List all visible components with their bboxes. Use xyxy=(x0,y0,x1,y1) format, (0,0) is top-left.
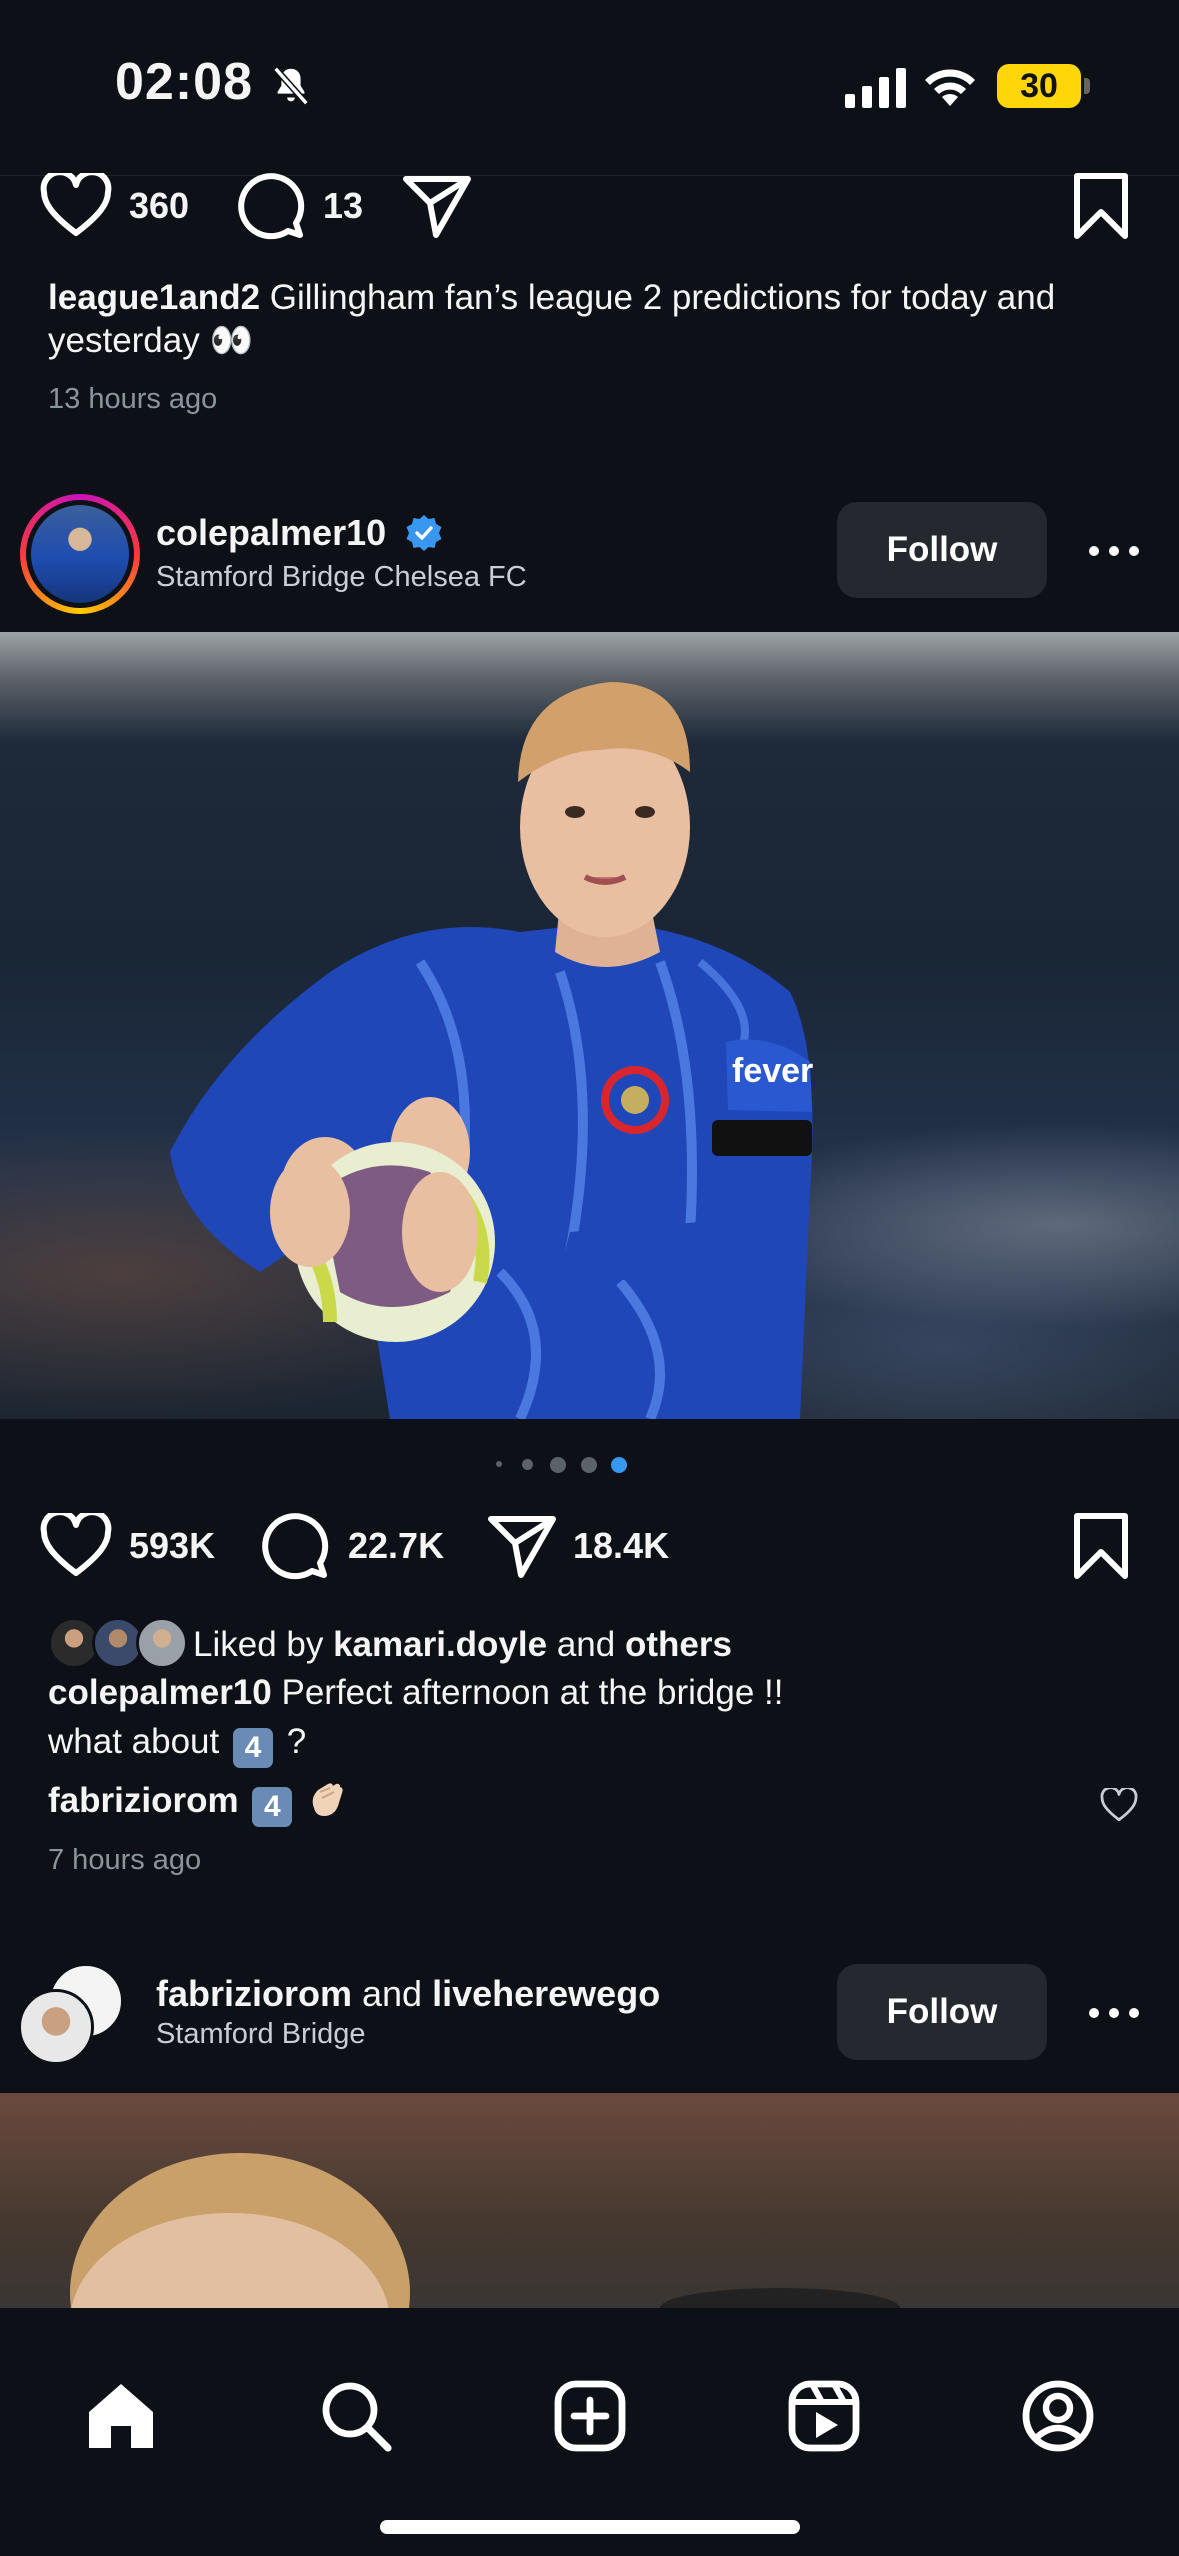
carousel-dot-3 xyxy=(550,1457,566,1473)
avatar-image xyxy=(31,505,129,603)
status-time: 02:08 xyxy=(115,53,253,111)
next-photo-illustration xyxy=(70,2153,900,2308)
search-icon[interactable] xyxy=(318,2378,394,2454)
prev-post-caption: league1and2 Gillingham fan’s league 2 pr… xyxy=(48,276,1128,362)
post-caption: colepalmer10 Perfect afternoon at the br… xyxy=(48,1668,1048,1768)
share-paper-plane-icon[interactable] xyxy=(487,1515,557,1579)
liker-avatar-3 xyxy=(136,1617,188,1669)
like-heart-icon[interactable] xyxy=(40,1513,112,1577)
fabriziorom-avatar xyxy=(18,1989,94,2065)
next-post-photo[interactable] xyxy=(0,2093,1179,2308)
bottom-tab-bar xyxy=(0,2308,1179,2556)
home-indicator[interactable] xyxy=(380,2520,800,2534)
silent-bell-icon xyxy=(273,66,309,106)
svg-text:fever: fever xyxy=(732,1052,813,1090)
home-icon[interactable] xyxy=(83,2378,159,2454)
player-illustration: fever xyxy=(170,682,813,1419)
reels-icon[interactable] xyxy=(786,2378,862,2454)
status-bar: 02:08 30 xyxy=(0,0,1179,175)
collab-usernames[interactable]: fabriziorom and liveherewego xyxy=(156,1973,660,2015)
battery-cap xyxy=(1084,78,1090,94)
post-photo[interactable]: fever xyxy=(0,632,1179,1419)
more-options-icon[interactable] xyxy=(1084,541,1144,561)
post-username[interactable]: colepalmer10 xyxy=(156,512,386,554)
battery-indicator: 30 xyxy=(997,64,1081,108)
liked-by-text: Liked by kamari.doyle and others xyxy=(193,1625,732,1664)
cellular-signal-icon xyxy=(845,68,906,108)
like-heart-icon[interactable] xyxy=(40,173,112,237)
comment-username[interactable]: fabriziorom xyxy=(48,1781,239,1820)
bookmark-icon[interactable] xyxy=(1071,1512,1131,1580)
carousel-dot-2 xyxy=(522,1459,533,1470)
post-actions: 593K 22.7K 18.4K xyxy=(0,1500,1179,1590)
carousel-dot-1 xyxy=(496,1461,502,1467)
next-post-location[interactable]: Stamford Bridge xyxy=(156,2018,366,2051)
caption-username[interactable]: league1and2 xyxy=(48,278,260,317)
more-options-icon[interactable] xyxy=(1084,2003,1144,2023)
bookmark-icon[interactable] xyxy=(1071,172,1131,240)
prev-post-actions: 360 13 xyxy=(0,160,1179,250)
follow-button[interactable]: Follow xyxy=(837,1964,1047,2060)
wifi-icon xyxy=(925,69,975,106)
comment-count[interactable]: 22.7K xyxy=(348,1525,444,1567)
post-time: 7 hours ago xyxy=(48,1844,202,1876)
comment-bubble-icon[interactable] xyxy=(262,1513,330,1581)
top-comment: fabriziorom 4 xyxy=(48,1778,348,1827)
keycap-4-emoji: 4 xyxy=(232,1728,273,1768)
share-count[interactable]: 18.4K xyxy=(573,1525,669,1567)
follow-button[interactable]: Follow xyxy=(837,502,1047,598)
profile-icon[interactable] xyxy=(1020,2378,1096,2454)
share-paper-plane-icon[interactable] xyxy=(402,175,472,239)
carousel-dot-active xyxy=(611,1457,627,1473)
collab-avatars[interactable] xyxy=(18,1963,128,2065)
colepalmer10-avatar[interactable] xyxy=(20,494,140,614)
verified-badge-icon xyxy=(406,515,442,551)
carousel-dot-4 xyxy=(581,1457,597,1473)
like-count: 360 xyxy=(129,185,190,226)
create-post-icon[interactable] xyxy=(552,2378,628,2454)
liked-by-row[interactable]: Liked by kamari.doyle and others xyxy=(48,1617,1048,1673)
keycap-4-emoji: 4 xyxy=(252,1787,293,1827)
caption-line-2: what about xyxy=(48,1722,220,1761)
post-location[interactable]: Stamford Bridge Chelsea FC xyxy=(156,561,527,594)
comment-count: 13 xyxy=(323,185,364,226)
comment-like-heart-icon[interactable] xyxy=(1100,1788,1138,1822)
carousel-indicator xyxy=(0,1454,1179,1474)
clapping-hands-icon xyxy=(312,1783,343,1816)
caption-end: ? xyxy=(276,1722,307,1761)
caption-text: Perfect afternoon at the bridge !! xyxy=(271,1673,784,1712)
caption-username[interactable]: colepalmer10 xyxy=(48,1673,272,1712)
prev-post-time: 13 hours ago xyxy=(48,383,218,415)
like-count[interactable]: 593K xyxy=(129,1525,215,1567)
comment-bubble-icon[interactable] xyxy=(238,173,306,241)
